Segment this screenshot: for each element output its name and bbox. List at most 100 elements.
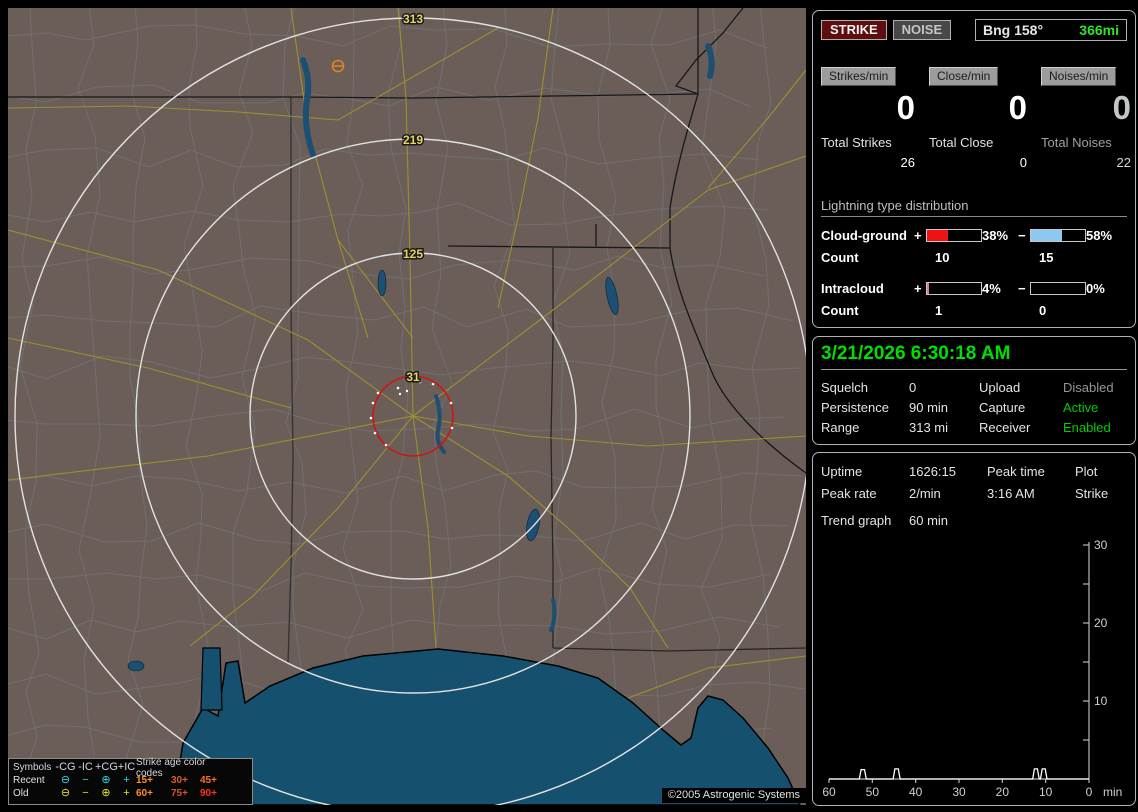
lightning-map[interactable]: 313 219 125 31 Symbols -CG -IC +CG +IC S… (8, 8, 806, 805)
svg-text:30: 30 (1094, 539, 1108, 552)
svg-text:0: 0 (1086, 785, 1093, 799)
minus-sign: − (1018, 228, 1026, 243)
ic-negative-bar (1030, 282, 1086, 295)
total-noises-value: 22 (1116, 155, 1131, 170)
age-code-75: 75+ (171, 788, 188, 799)
svg-text:50: 50 (866, 785, 880, 799)
svg-text:40: 40 (909, 785, 923, 799)
svg-text:30: 30 (952, 785, 966, 799)
capture-label: Capture (979, 400, 1026, 415)
close-per-min-badge: Close/min (929, 67, 999, 86)
bearing-readout: Bng 158° 366mi (975, 19, 1127, 41)
bearing-range-value: 366mi (1079, 22, 1119, 38)
total-strikes-label: Total Strikes (821, 135, 892, 150)
symbol-legend: Symbols -CG -IC +CG +IC Strike age color… (8, 757, 253, 805)
plus-sign: + (914, 228, 922, 243)
cg-positive-pct: 38% (982, 228, 1009, 243)
cg-positive-bar (926, 229, 982, 242)
upload-label: Upload (979, 380, 1021, 395)
ic-positive-pct: 4% (982, 281, 1001, 296)
map-canvas[interactable]: 313 219 125 31 (8, 8, 806, 805)
peak-rate-label: Peak rate (821, 486, 877, 501)
svg-text:20: 20 (996, 785, 1010, 799)
strikes-per-min-value: 0 (896, 89, 915, 126)
trend-graph-canvas: 10 20 30 60 50 40 30 20 10 0 min (822, 539, 1122, 799)
svg-text:10: 10 (1094, 694, 1108, 708)
lightning-type-distribution: Lightning type distribution Cloud-ground… (821, 198, 1127, 318)
persistence-value: 90 min (909, 400, 949, 415)
ic-negative-count: 0 (1039, 303, 1047, 318)
trend-panel: Uptime 1626:15 Peak time Plot Peak rate … (812, 452, 1136, 806)
ring-label-125: 125 (403, 247, 423, 261)
peak-time-value: 3:16 AM (987, 486, 1035, 501)
plot-value: Strike (1075, 486, 1109, 501)
close-per-min-value: 0 (1008, 89, 1027, 126)
legend-col-neg-cg: -CG (55, 761, 76, 773)
upload-status: Disabled (1063, 380, 1114, 395)
squelch-label: Squelch (821, 380, 868, 395)
ring-label-31: 31 (406, 370, 420, 384)
noises-per-min-badge: Noises/min (1041, 67, 1117, 86)
strikes-per-min-column: Strikes/min 0 Total Strikes 26 (821, 67, 921, 170)
status-panel: 3/21/2026 6:30:18 AM Squelch 0 Upload Di… (812, 336, 1136, 445)
minus-sign: − (1018, 281, 1026, 296)
svg-text:60: 60 (822, 785, 836, 799)
old-pos-cg-icon: ⊕ (101, 787, 111, 799)
old-neg-ic-icon: − (82, 787, 89, 799)
peak-rate-value: 2/min (909, 486, 941, 501)
persistence-label: Persistence (821, 400, 889, 415)
noises-per-min-value: 0 (1112, 89, 1131, 126)
legend-old-label: Old (13, 788, 29, 799)
total-noises-label: Total Noises (1041, 135, 1112, 150)
svg-text:min: min (1103, 785, 1122, 799)
ring-label-313: 313 (403, 12, 423, 26)
legend-recent-label: Recent (13, 775, 45, 786)
cg-negative-bar (1030, 229, 1086, 242)
plus-sign: + (914, 281, 922, 296)
svg-text:10: 10 (1039, 785, 1053, 799)
squelch-value: 0 (909, 380, 917, 395)
strike-counters-panel: STRIKE NOISE Bng 158° 366mi Strikes/min … (812, 10, 1136, 328)
recent-pos-cg-icon: ⊕ (101, 774, 111, 786)
legend-symbols-header: Symbols (13, 762, 52, 773)
plot-label: Plot (1075, 464, 1098, 479)
range-label: Range (821, 420, 860, 435)
cg-positive-count: 10 (935, 250, 950, 265)
age-code-90: 90+ (200, 788, 217, 799)
total-close-value: 0 (1019, 155, 1027, 170)
age-code-30: 30+ (171, 775, 188, 786)
capture-status: Active (1063, 400, 1099, 415)
receiver-label: Receiver (979, 420, 1031, 435)
close-per-min-column: Close/min 0 Total Close 0 (929, 67, 1033, 170)
ic-negative-pct: 0% (1086, 281, 1105, 296)
peak-time-label: Peak time (987, 464, 1045, 479)
age-code-15: 15+ (136, 775, 153, 786)
uptime-value: 1626:15 (909, 464, 956, 479)
cg-count-label: Count (821, 250, 859, 265)
strikes-per-min-badge: Strikes/min (821, 67, 897, 86)
noises-per-min-column: Noises/min 0 Total Noises 22 (1041, 67, 1137, 170)
recent-neg-cg-icon: ⊖ (60, 774, 71, 786)
ring-label-219: 219 (403, 133, 423, 147)
trend-graph-label: Trend graph (821, 513, 892, 528)
age-code-60: 60+ (136, 788, 153, 799)
svg-text:20: 20 (1094, 616, 1108, 630)
copyright-notice: ©2005 Astrogenic Systems (661, 788, 806, 803)
distribution-title: Lightning type distribution (821, 198, 1127, 217)
legend-col-neg-ic: -IC (78, 761, 93, 773)
total-strikes-value: 26 (900, 155, 915, 170)
recent-neg-ic-icon: − (82, 774, 89, 786)
cg-negative-pct: 58% (1086, 228, 1113, 243)
uptime-label: Uptime (821, 464, 863, 479)
noise-toggle-button[interactable]: NOISE (892, 20, 952, 40)
trend-window-value: 60 min (909, 513, 949, 528)
recent-pos-ic-icon: + (123, 774, 130, 786)
range-value: 313 mi (909, 420, 949, 435)
ic-count-label: Count (821, 303, 859, 318)
cg-negative-count: 15 (1039, 250, 1054, 265)
old-neg-cg-icon: ⊖ (60, 787, 71, 799)
ic-positive-count: 1 (935, 303, 943, 318)
bearing-label: Bng 158° (983, 22, 1044, 38)
strike-toggle-button[interactable]: STRIKE (821, 20, 887, 40)
legend-col-pos-ic: +IC (117, 761, 136, 773)
